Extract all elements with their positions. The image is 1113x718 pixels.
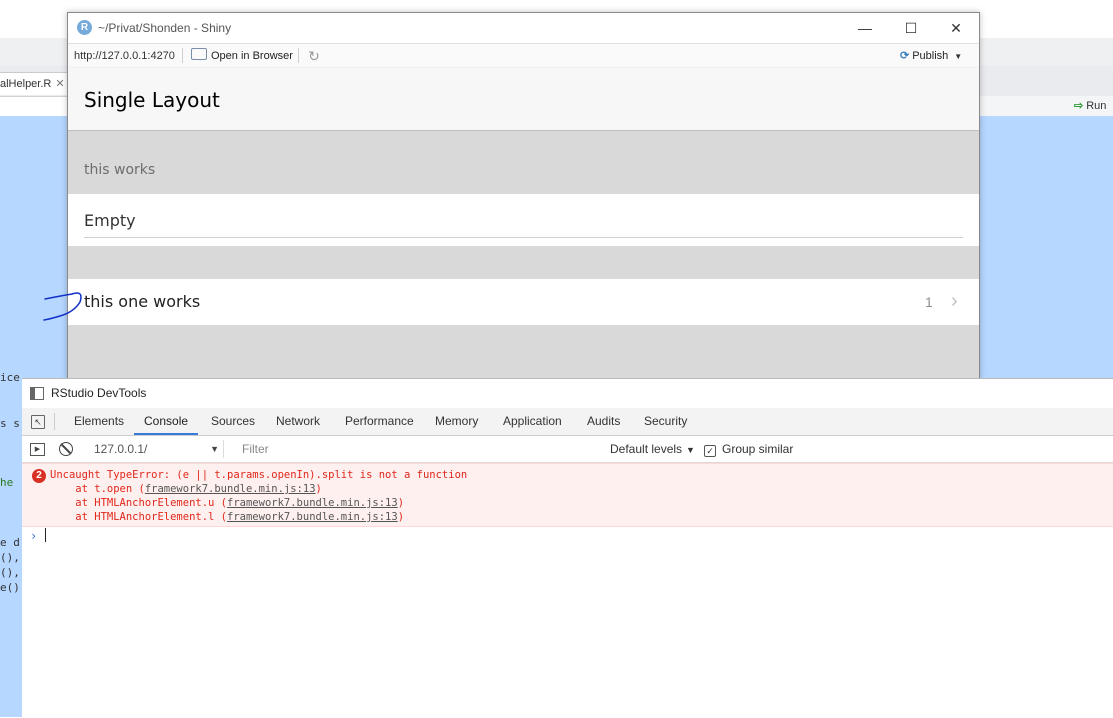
code-fragment: he <box>0 476 14 489</box>
chevron-down-icon: ▼ <box>954 52 963 61</box>
refresh-icon[interactable]: ↻ <box>306 48 322 64</box>
chevron-right-icon: › <box>951 290 958 312</box>
tab-elements[interactable]: Elements <box>64 408 134 435</box>
close-icon[interactable]: ✕ <box>55 78 64 90</box>
stack-frame-text: at HTMLAnchorElement.u ( <box>50 497 228 509</box>
inspect-element-icon[interactable]: ↖ <box>31 415 45 429</box>
context-select[interactable]: 127.0.0.1/ ▼ <box>87 440 224 458</box>
devtools-title: RStudio DevTools <box>51 386 147 400</box>
code-fragment: s s <box>0 417 20 430</box>
stack-frame-text: ) <box>397 511 405 523</box>
code-fragment: (), <box>0 566 20 579</box>
minimize-button[interactable]: — <box>842 13 888 43</box>
list-item-link[interactable]: this one works 1 › <box>68 279 979 325</box>
editor-tab[interactable]: alHelper.R ✕ <box>0 72 69 95</box>
source-link[interactable]: framework7.bundle.min.js:13 <box>145 483 316 495</box>
code-fragment: ice <box>0 371 20 384</box>
devtools-titlebar: RStudio DevTools <box>22 379 1113 407</box>
source-link[interactable]: framework7.bundle.min.js:13 <box>227 511 398 523</box>
page-title: Single Layout <box>84 88 220 112</box>
clear-console-icon[interactable] <box>59 442 73 456</box>
chevron-down-icon: ▼ <box>210 444 219 454</box>
tab-network[interactable]: Network <box>266 408 330 435</box>
run-arrow-icon: ⇨ <box>1074 100 1084 112</box>
r-logo-icon: R <box>77 20 92 35</box>
publish-icon: ⟳ <box>900 50 910 62</box>
run-button-label: Run <box>1086 100 1107 112</box>
browser-icon <box>191 48 207 60</box>
console-prompt-icon: › <box>30 529 38 543</box>
maximize-button[interactable]: ☐ <box>888 13 934 43</box>
window-title: ~/Privat/Shonden - Shiny <box>98 21 232 35</box>
editor-tab-label: alHelper.R <box>0 78 52 90</box>
console-error-message: 2 Uncaught TypeError: (e || t.params.ope… <box>22 463 1113 527</box>
stack-frame-text: ) <box>397 497 405 509</box>
group-similar-checkbox[interactable]: ✓ Group similar <box>704 440 793 458</box>
shiny-window: R ~/Privat/Shonden - Shiny — ☐ ✕ http://… <box>67 12 980 380</box>
stack-frame-text: at t.open ( <box>50 483 145 495</box>
run-button[interactable]: ⇨ Run <box>1074 96 1106 116</box>
stack-frame: at HTMLAnchorElement.u (framework7.bundl… <box>50 496 404 510</box>
window-titlebar: R ~/Privat/Shonden - Shiny — ☐ ✕ <box>68 13 979 43</box>
console-toolbar: ▶ 127.0.0.1/▼ Filter Default levels ▼ ✓ Gr… <box>22 436 1113 463</box>
open-in-browser-label: Open in Browser <box>211 50 293 62</box>
open-in-browser-button[interactable]: Open in Browser <box>191 47 293 65</box>
stack-frame: at t.open (framework7.bundle.min.js:13) <box>50 482 322 496</box>
stack-frame: at HTMLAnchorElement.l (framework7.bundl… <box>50 510 404 524</box>
app-navbar: Single Layout <box>68 68 979 131</box>
stack-frame-text: ) <box>315 483 322 495</box>
log-levels-dropdown[interactable]: Default levels ▼ <box>610 440 695 458</box>
log-levels-label: Default levels <box>610 442 683 456</box>
editor-selection-left <box>0 116 68 378</box>
tab-audits[interactable]: Audits <box>577 408 630 435</box>
close-window-button[interactable]: ✕ <box>933 13 979 43</box>
viewer-toolbar: http://127.0.0.1:4270 Open in Browser ↻ … <box>68 43 979 69</box>
toolbar-divider <box>54 413 55 430</box>
sidebar-toggle-icon[interactable]: ▶ <box>30 443 45 456</box>
list-item-label: Empty <box>84 211 136 230</box>
editor-selection-right <box>978 116 1113 378</box>
error-text[interactable]: Uncaught TypeError: (e || t.params.openI… <box>50 468 467 482</box>
list-item-label: this one works <box>84 292 201 311</box>
toolbar-divider <box>182 48 183 63</box>
code-fragment: (), <box>0 551 20 564</box>
annotation-scribble <box>43 292 82 321</box>
checkbox-checked-icon[interactable]: ✓ <box>704 445 716 457</box>
publish-label: Publish <box>912 50 949 62</box>
app-content: this works Empty this one works 1 › <box>68 131 979 379</box>
tab-security[interactable]: Security <box>634 408 697 435</box>
item-badge: 1 <box>925 294 933 310</box>
filter-placeholder: Filter <box>242 442 269 456</box>
group-similar-label: Group similar <box>722 442 794 456</box>
tab-application[interactable]: Application <box>493 408 572 435</box>
url-text[interactable]: http://127.0.0.1:4270 <box>74 50 175 62</box>
tab-sources[interactable]: Sources <box>201 408 265 435</box>
source-link[interactable]: framework7.bundle.min.js:13 <box>227 497 398 509</box>
error-count-badge: 2 <box>32 469 46 483</box>
context-select-value: 127.0.0.1/ <box>94 442 148 456</box>
devtools-window-icon <box>30 387 44 400</box>
devtools-tabbar: ↖ Elements Console Sources Network Perfo… <box>22 408 1113 436</box>
console-input[interactable] <box>45 528 46 542</box>
tab-memory[interactable]: Memory <box>425 408 488 435</box>
code-fragment: e() <box>0 581 20 594</box>
code-fragment: e d <box>0 536 20 549</box>
divider <box>84 237 963 238</box>
chevron-down-icon: ▼ <box>686 445 695 455</box>
toolbar-divider <box>298 48 299 63</box>
stack-frame-text: at HTMLAnchorElement.l ( <box>50 511 228 523</box>
block-title: this works <box>84 162 156 178</box>
publish-button[interactable]: ⟳ Publish ▼ <box>900 47 962 65</box>
filter-input[interactable]: Filter <box>232 440 602 458</box>
tab-console[interactable]: Console <box>134 408 199 435</box>
list-item[interactable]: Empty <box>68 194 979 246</box>
devtools-window: RStudio DevTools ↖ Elements Console Sour… <box>22 378 1113 718</box>
tab-performance[interactable]: Performance <box>335 408 424 435</box>
